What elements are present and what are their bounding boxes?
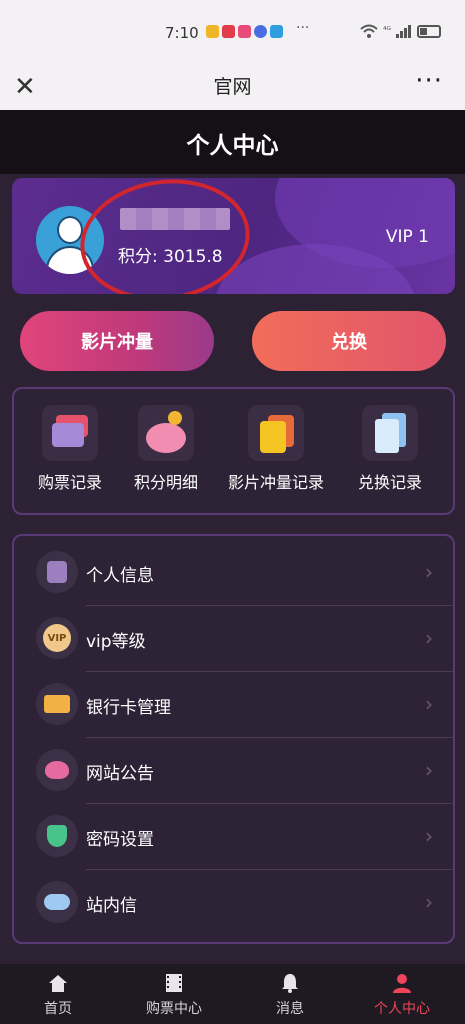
document-icon: [362, 405, 418, 461]
person-info-icon: [36, 551, 78, 593]
quick-link-label: 影片冲量记录: [228, 473, 325, 492]
film-boost-icon: [248, 405, 304, 461]
more-menu-icon[interactable]: ···: [415, 66, 443, 96]
menu-item-bank-cards[interactable]: 银行卡管理 ›: [14, 672, 453, 738]
tab-label: 购票中心: [146, 1001, 202, 1017]
chevron-right-icon: ›: [425, 626, 433, 650]
page-title: 个人中心: [186, 133, 279, 159]
quick-link-boost-records[interactable]: 影片冲量记录: [228, 405, 324, 493]
menu-item-label: 站内信: [86, 896, 137, 916]
notification-app-icon: [238, 25, 251, 38]
notification-app-icon: [206, 25, 219, 38]
quick-link-label: 积分明细: [134, 473, 199, 492]
exchange-button[interactable]: 兑换: [252, 311, 446, 371]
chevron-right-icon: ›: [425, 560, 433, 584]
status-bar: 7:10 ··· ⁴ᴳ: [0, 0, 465, 64]
chevron-right-icon: ›: [425, 758, 433, 782]
bell-icon: [282, 974, 298, 993]
menu-item-label: 个人信息: [86, 566, 154, 586]
vip-badge-icon: VIP: [36, 617, 78, 659]
webview-title: 官网: [213, 76, 252, 98]
chevron-right-icon: ›: [425, 824, 433, 848]
bottom-tab-bar: 首页 购票中心 消息 个人中心: [0, 964, 465, 1024]
notification-app-icon: [222, 25, 235, 38]
status-indicators: ⁴ᴳ: [360, 24, 441, 38]
quick-links-card: 购票记录 积分明细 影片冲量记录 兑换记录: [12, 387, 455, 515]
quick-link-ticket-records[interactable]: 购票记录: [38, 405, 102, 493]
cloud-message-icon: [36, 881, 78, 923]
tab-label: 消息: [276, 1001, 304, 1017]
user-icon: [393, 974, 411, 993]
signal-icon: [396, 24, 411, 38]
menu-item-password[interactable]: 密码设置 ›: [14, 804, 453, 870]
chevron-right-icon: ›: [425, 890, 433, 914]
menu-item-label: 银行卡管理: [86, 698, 171, 718]
webview-bar: ✕ 官网 ···: [0, 64, 465, 110]
battery-icon: [417, 24, 441, 38]
speaker-icon: [36, 749, 78, 791]
menu-item-announcements[interactable]: 网站公告 ›: [14, 738, 453, 804]
chevron-right-icon: ›: [425, 692, 433, 716]
bank-card-icon: [36, 683, 78, 725]
tab-ticket-center[interactable]: 购票中心: [146, 972, 202, 1018]
avatar-head: [57, 216, 83, 244]
vip-level-badge: VIP 1: [385, 227, 429, 247]
tab-home[interactable]: 首页: [44, 972, 72, 1018]
film-boost-button[interactable]: 影片冲量: [20, 311, 214, 371]
menu-item-personal-info[interactable]: 个人信息 ›: [14, 540, 453, 606]
tab-messages[interactable]: 消息: [276, 972, 304, 1018]
menu-item-inbox[interactable]: 站内信 ›: [14, 870, 453, 936]
ticket-cards-icon: [42, 405, 98, 461]
home-icon: [49, 975, 67, 992]
piggy-bank-icon: [138, 405, 194, 461]
settings-menu: 个人信息 › VIP vip等级 › 银行卡管理 › 网站公告 › 密码设置 ›: [12, 534, 455, 944]
menu-item-label: 密码设置: [86, 830, 154, 850]
status-time: 7:10: [165, 24, 199, 42]
status-app-icons: [206, 25, 283, 38]
menu-item-label: vip等级: [86, 632, 146, 652]
menu-item-label: 网站公告: [86, 764, 154, 784]
quick-link-points-detail[interactable]: 积分明细: [134, 405, 198, 493]
tab-label: 首页: [44, 1001, 72, 1017]
film-icon: [166, 974, 182, 992]
quick-link-exchange-records[interactable]: 兑换记录: [358, 405, 422, 493]
notification-app-icon: [270, 25, 283, 38]
network-type-label: ⁴ᴳ: [383, 26, 391, 36]
app-header: 个人中心: [0, 110, 465, 174]
notification-app-icon: [254, 25, 267, 38]
status-overflow: ···: [296, 20, 310, 36]
tab-label: 个人中心: [374, 1001, 430, 1017]
wifi-icon: [360, 24, 378, 38]
profile-card: 积分: 3015.8 VIP 1: [12, 178, 455, 294]
quick-link-label: 购票记录: [38, 473, 103, 492]
quick-link-label: 兑换记录: [358, 473, 423, 492]
main-content: 积分: 3015.8 VIP 1 影片冲量 兑换 购票记录 积分明细 影片冲量记…: [0, 174, 465, 964]
tab-profile[interactable]: 个人中心: [374, 972, 430, 1018]
menu-item-vip-level[interactable]: VIP vip等级 ›: [14, 606, 453, 672]
shield-icon: [36, 815, 78, 857]
